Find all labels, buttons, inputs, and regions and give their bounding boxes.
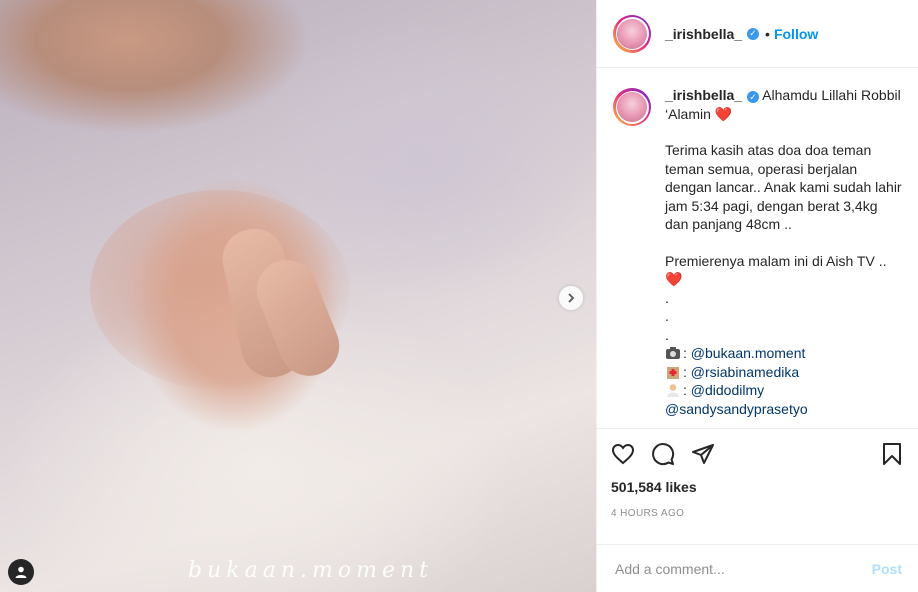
tagged-users-button[interactable] [8, 559, 34, 585]
mention-link[interactable]: @sandysandyprasetyo [665, 401, 808, 417]
post-comment-button[interactable]: Post [872, 561, 902, 577]
instagram-post: bukaan.moment _irishbella_ ✓ • Follow _i… [0, 0, 918, 592]
caption-dot: . [665, 289, 669, 306]
share-icon[interactable] [691, 442, 715, 466]
credit-prefix: : [683, 345, 691, 361]
actions-section: 501,584 likes 4 HOURS AGO [597, 428, 918, 544]
doctor-emoji-icon [667, 384, 679, 397]
heart-emoji-icon: ❤️ [714, 105, 733, 122]
credit-prefix: : [683, 363, 691, 380]
mention-link[interactable]: @rsiabinamedika [691, 364, 799, 380]
comment-icon[interactable] [651, 442, 675, 466]
verified-badge-icon: ✓ [747, 27, 760, 40]
caption-paragraph: Premierenya malam ini di Aish TV .. [665, 252, 887, 269]
verified-badge-icon: ✓ [747, 91, 760, 104]
post-timestamp[interactable]: 4 HOURS AGO [611, 508, 904, 519]
caption-paragraph: Terima kasih atas doa doa teman teman se… [665, 142, 902, 232]
credit-prefix: : [683, 382, 691, 398]
likes-count[interactable]: 501,584 likes [611, 479, 904, 495]
heart-emoji-icon: ❤️ [665, 271, 683, 287]
post-header: _irishbella_ ✓ • Follow [597, 0, 918, 68]
comment-input[interactable] [613, 559, 872, 578]
credit-line: : @rsiabinamedika [665, 363, 902, 382]
avatar[interactable] [613, 14, 651, 53]
mention-link[interactable]: @bukaan.moment [691, 345, 806, 361]
caption-dot: . [665, 326, 669, 343]
header-username[interactable]: _irishbella_ [665, 26, 742, 42]
caption-section: _irishbella_ ✓ Alhamdu Lillahi Robbil ‘Al… [597, 68, 918, 428]
hospital-emoji-icon [667, 366, 679, 379]
heart-icon[interactable] [611, 442, 635, 466]
post-photo[interactable]: bukaan.moment [0, 0, 596, 592]
next-photo-button[interactable] [559, 286, 583, 310]
caption-avatar[interactable] [613, 88, 651, 126]
caption-username[interactable]: _irishbella_ [665, 87, 742, 103]
comment-bar: Post [597, 544, 918, 592]
chevron-right-icon [568, 293, 575, 303]
camera-emoji-icon [666, 347, 680, 359]
photo-watermark: bukaan.moment [188, 558, 433, 583]
credit-line: : @bukaan.moment [665, 344, 902, 363]
follow-button[interactable]: Follow [774, 26, 818, 42]
mention-link[interactable]: @didodilmy [691, 382, 764, 398]
caption-dot: . [665, 308, 669, 324]
user-icon [15, 566, 27, 578]
bookmark-icon[interactable] [880, 442, 904, 466]
header-separator: • [765, 25, 770, 42]
credit-line: : @didodilmy [665, 381, 902, 400]
post-sidebar: _irishbella_ ✓ • Follow _irishbella_ ✓ Al… [596, 0, 918, 592]
